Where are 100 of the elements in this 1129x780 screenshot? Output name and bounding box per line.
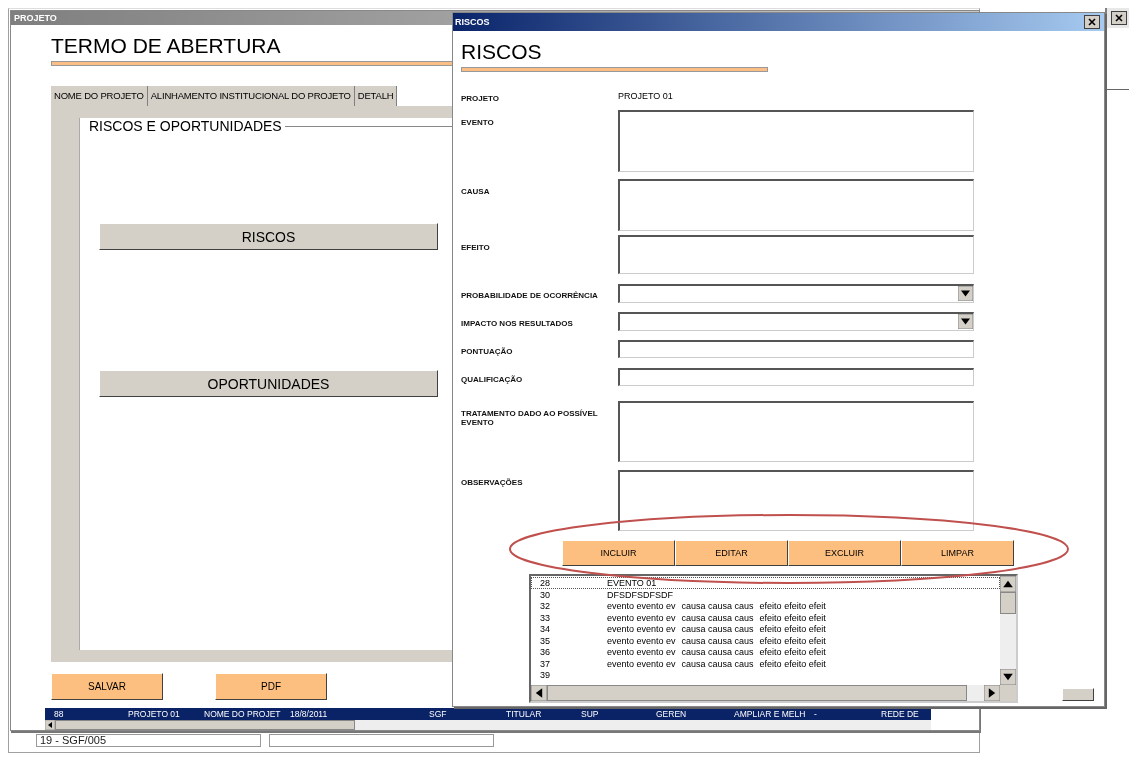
text-area[interactable] bbox=[618, 401, 974, 462]
field-label: EFEITO bbox=[461, 242, 491, 252]
field-label: CAUSA bbox=[461, 186, 491, 196]
status-cell-text: TITULAR bbox=[505, 708, 543, 720]
list-row[interactable]: 30 DFSDFSDFSDF bbox=[531, 588, 1000, 600]
status-cell-text: SUP bbox=[580, 708, 600, 720]
action-button[interactable]: EXCLUIR bbox=[788, 540, 901, 566]
list-cell: causa causa caus bbox=[681, 624, 754, 634]
list-cell: EVENTO 01 bbox=[607, 578, 657, 588]
field-label: PROBABILIDADE DE OCORRÊNCIA bbox=[461, 290, 599, 300]
list-cell: DFSDFSDFSDF bbox=[607, 589, 673, 599]
input-field[interactable] bbox=[618, 340, 974, 358]
status-cell-text: GEREN bbox=[655, 708, 688, 720]
status-cell-text: PROJETO 01 bbox=[127, 708, 181, 720]
input-field[interactable] bbox=[618, 368, 974, 386]
list-cell: evento evento ev bbox=[607, 658, 676, 668]
scroll-down-icon[interactable] bbox=[1000, 669, 1016, 685]
list-cell: efeito efeito efeit bbox=[759, 647, 826, 657]
row-id: 36 bbox=[539, 647, 551, 657]
list-cell: causa causa caus bbox=[681, 635, 754, 645]
status-cell-text: 88 bbox=[53, 708, 65, 720]
field-label: PONTUAÇÃO bbox=[461, 345, 514, 356]
list-cell: evento evento ev bbox=[607, 647, 676, 657]
row-id: 28 bbox=[539, 578, 551, 588]
window-title: RISCOS bbox=[455, 17, 490, 27]
row-id: 33 bbox=[539, 612, 551, 622]
dropdown-icon[interactable] bbox=[958, 314, 973, 329]
row-id: 35 bbox=[539, 635, 551, 645]
page-heading: RISCOS bbox=[461, 39, 542, 65]
row-id: 30 bbox=[539, 589, 551, 599]
field-label: OBSERVAÇÕES bbox=[461, 477, 524, 487]
action-button[interactable]: INCLUIR bbox=[562, 540, 675, 566]
text-area[interactable] bbox=[618, 110, 974, 172]
combo-box[interactable] bbox=[618, 312, 974, 331]
list-cell: efeito efeito efeit bbox=[759, 635, 826, 645]
list-row[interactable]: 33 evento evento ev causa causa caus efeito efeito efeit bbox=[531, 611, 1000, 623]
list-row[interactable]: 39 bbox=[531, 669, 1000, 681]
action-button[interactable]: SALVAR bbox=[51, 673, 163, 700]
action-button[interactable]: EDITAR bbox=[675, 540, 788, 566]
row-id: 32 bbox=[539, 601, 551, 611]
status-cell-text: - bbox=[813, 708, 818, 720]
list-cell: efeito efeito efeit bbox=[759, 658, 826, 668]
dropdown-icon[interactable] bbox=[958, 286, 973, 301]
scrollbar[interactable] bbox=[1000, 576, 1016, 685]
list-box[interactable] bbox=[529, 574, 1018, 703]
row-id: 39 bbox=[539, 670, 551, 680]
scrollbar[interactable] bbox=[45, 720, 931, 730]
tab[interactable]: NOME DO PROJETO bbox=[51, 86, 148, 106]
blank-button[interactable] bbox=[1062, 688, 1094, 701]
row-id: 34 bbox=[539, 624, 551, 634]
text-area[interactable] bbox=[618, 179, 974, 231]
scroll-thumb[interactable] bbox=[1000, 592, 1016, 614]
action-button[interactable]: PDF bbox=[215, 673, 327, 700]
action-button[interactable]: LIMPAR bbox=[901, 540, 1014, 566]
status-cell-text: REDE DE bbox=[880, 708, 920, 720]
status-cell-text: NOME DO PROJET bbox=[203, 708, 281, 720]
close-icon[interactable] bbox=[1111, 11, 1127, 25]
field-label: EVENTO bbox=[461, 117, 495, 127]
combo-box[interactable]: 19 - SGF/005 bbox=[36, 734, 261, 747]
list-cell: evento evento ev bbox=[607, 612, 676, 622]
list-cell: efeito efeito efeit bbox=[759, 624, 826, 634]
list-row[interactable]: 35 evento evento ev causa causa caus efeito efeito efeit bbox=[531, 634, 1000, 646]
status-cell-text: SGF bbox=[428, 708, 448, 720]
scroll-left-icon[interactable] bbox=[45, 720, 55, 730]
list-row[interactable]: 32 evento evento ev causa causa caus efeito efeito efeit bbox=[531, 600, 1000, 612]
status-cell-text: 18/8/2011 bbox=[289, 708, 329, 720]
list-cell: causa causa caus bbox=[681, 658, 754, 668]
group-title: RISCOS E OPORTUNIDADES bbox=[89, 118, 282, 134]
scroll-corner bbox=[1000, 685, 1016, 701]
status-cell-text: AMPLIAR E MELH bbox=[733, 708, 805, 720]
field-label: PROJETO bbox=[461, 92, 501, 103]
field-value: PROJETO 01 bbox=[618, 91, 673, 101]
combo-box[interactable] bbox=[618, 284, 974, 303]
scroll-left-icon[interactable] bbox=[531, 685, 547, 701]
tab[interactable]: DETALH bbox=[354, 86, 398, 106]
scroll-up-icon[interactable] bbox=[1000, 576, 1016, 592]
list-row[interactable]: 34 evento evento ev causa causa caus efeito efeito efeit bbox=[531, 623, 1000, 635]
list-cell: efeito efeito efeit bbox=[759, 601, 826, 611]
list-cell: evento evento ev bbox=[607, 624, 676, 634]
page-heading: TERMO DE ABERTURA bbox=[51, 33, 281, 59]
scroll-right-icon[interactable] bbox=[984, 685, 1000, 701]
action-button[interactable]: RISCOS bbox=[99, 223, 438, 250]
close-icon[interactable] bbox=[1084, 15, 1100, 29]
text-area[interactable] bbox=[618, 235, 974, 274]
list-cell: causa causa caus bbox=[681, 612, 754, 622]
list-row[interactable]: 36 evento evento ev causa causa caus efeito efeito efeit bbox=[531, 646, 1000, 658]
list-cell: causa causa caus bbox=[681, 601, 754, 611]
list-row[interactable]: 37 evento evento ev causa causa caus efeito efeito efeit bbox=[531, 657, 1000, 669]
list-cell: causa causa caus bbox=[681, 647, 754, 657]
action-button[interactable]: OPORTUNIDADES bbox=[99, 370, 438, 397]
list-row[interactable]: 28 EVENTO 01 bbox=[531, 577, 1000, 589]
window-title: PROJETO bbox=[13, 13, 57, 23]
tab[interactable]: ALINHAMENTO INSTITUCIONAL DO PROJETO bbox=[147, 86, 355, 106]
list-cell: efeito efeito efeit bbox=[759, 612, 826, 622]
field-label: IMPACTO NOS RESULTADOS bbox=[461, 318, 574, 328]
text-area[interactable] bbox=[618, 470, 974, 531]
list-cell: evento evento ev bbox=[607, 635, 676, 645]
field-label: TRATAMENTO DADO AO POSSÍVEL EVENTO bbox=[461, 408, 599, 427]
field-label: QUALIFICAÇÃO bbox=[461, 373, 524, 384]
list-cell: evento evento ev bbox=[607, 601, 676, 611]
